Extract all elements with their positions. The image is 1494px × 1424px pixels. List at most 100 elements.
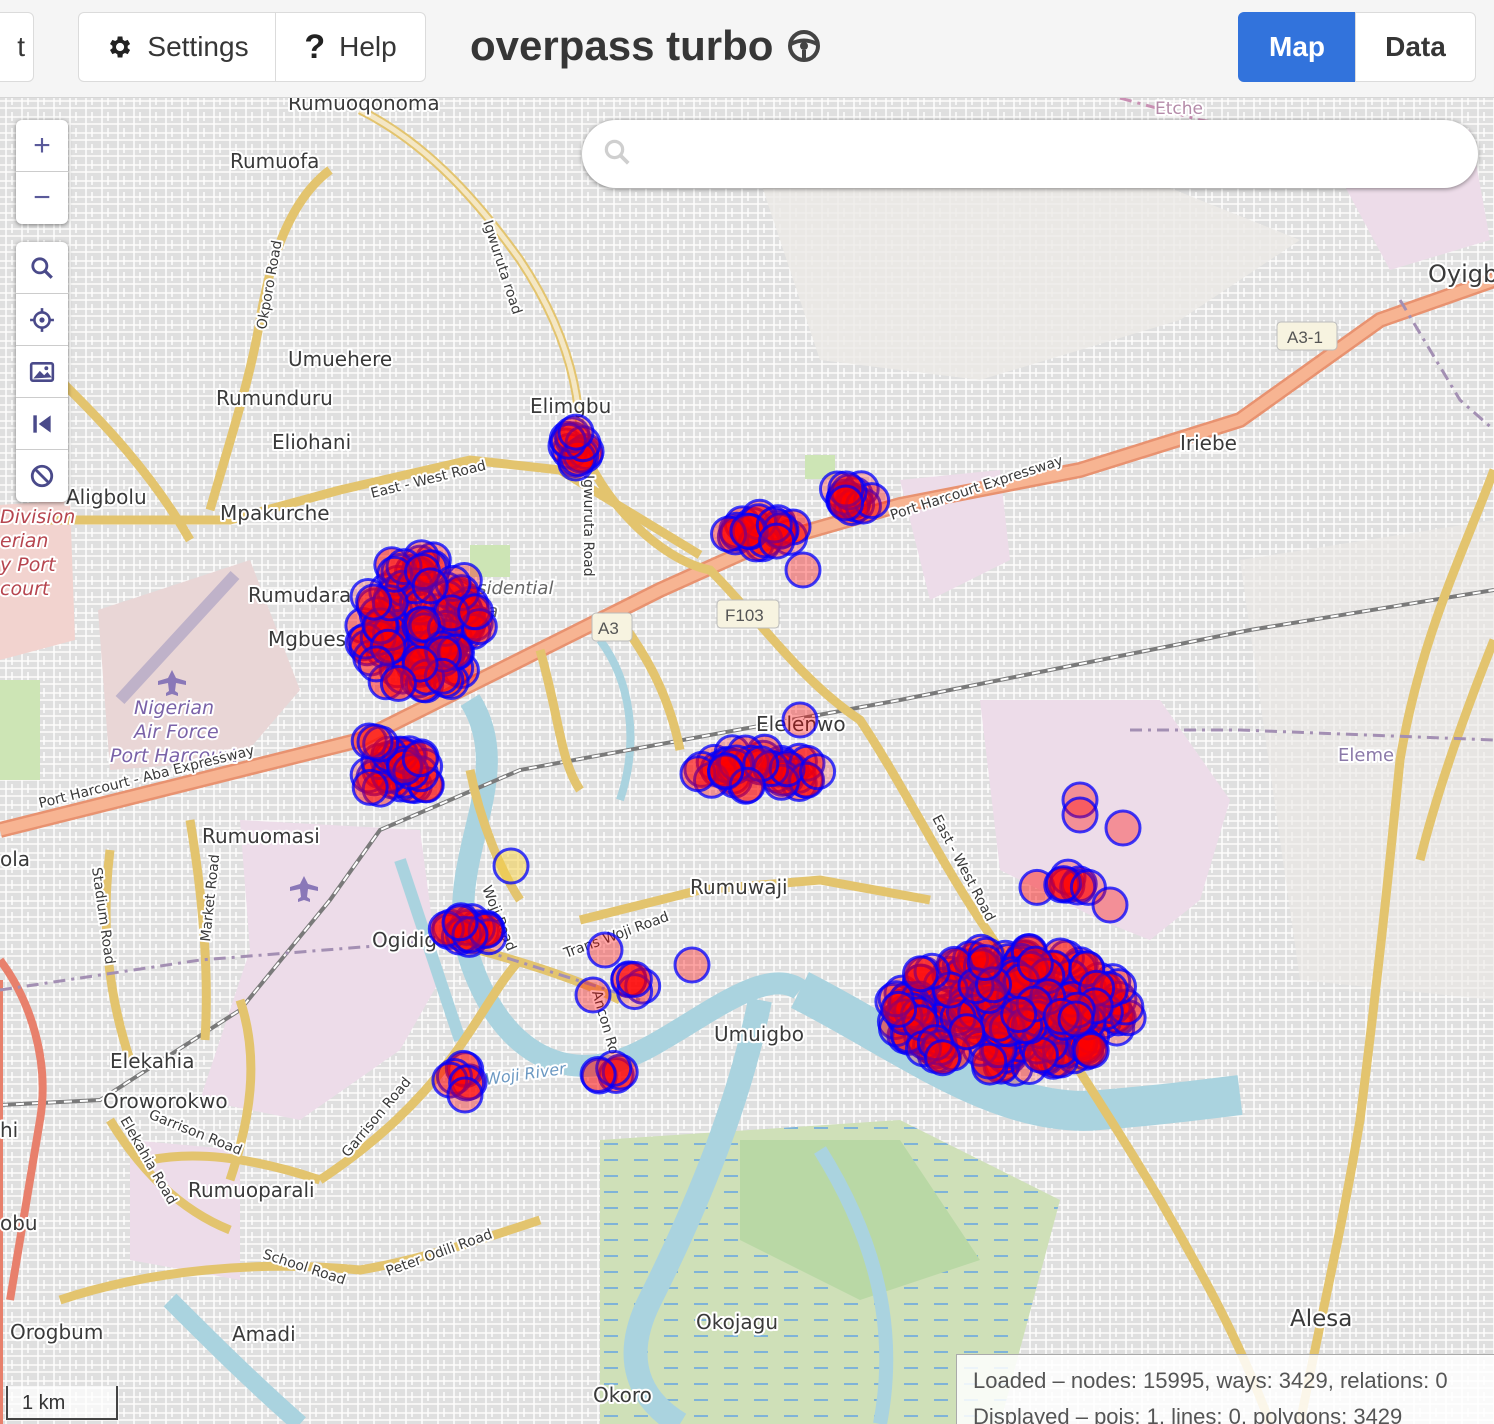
export-button-partial[interactable]: t [0, 12, 34, 82]
steering-wheel-icon [787, 29, 821, 63]
svg-text:obu: obu [0, 1211, 38, 1235]
result-marker[interactable] [1061, 796, 1099, 834]
result-marker[interactable] [586, 931, 624, 969]
result-marker[interactable] [557, 413, 595, 451]
svg-text:erian: erian [0, 530, 48, 552]
zoom-out-button[interactable]: − [16, 172, 68, 224]
no-entry-icon[interactable] [16, 450, 68, 502]
svg-text:Etche: Etche [1155, 99, 1203, 119]
result-marker[interactable] [970, 1042, 1008, 1080]
result-marker[interactable] [1072, 1032, 1110, 1070]
svg-text:A3-1: A3-1 [1287, 328, 1323, 347]
svg-text:Umuehere: Umuehere [288, 347, 392, 371]
tab-map[interactable]: Map [1238, 12, 1356, 82]
svg-text:Alesa: Alesa [1290, 1306, 1352, 1332]
toolbar: t Settings ? Help overpass turbo Map Dat… [0, 0, 1494, 98]
zoom-in-button[interactable]: + [16, 120, 68, 172]
map-search-box[interactable] [582, 120, 1478, 188]
result-marker[interactable] [1000, 996, 1038, 1033]
result-marker[interactable] [966, 944, 1004, 982]
question-icon: ? [304, 27, 326, 66]
result-marker[interactable] [1091, 886, 1129, 924]
result-marker[interactable] [441, 904, 479, 942]
data-stats-panel: Loaded – nodes: 15995, ways: 3429, relat… [956, 1354, 1494, 1424]
road-shield-a3-1: A3-1 [1276, 321, 1338, 351]
result-marker[interactable] [401, 740, 439, 778]
result-marker[interactable] [492, 847, 530, 885]
result-marker[interactable] [356, 723, 394, 761]
result-marker[interactable] [707, 752, 745, 790]
svg-text:hi: hi [0, 1118, 18, 1142]
result-marker[interactable] [457, 593, 495, 631]
svg-text:Rumuomasi: Rumuomasi [202, 824, 320, 848]
svg-text:Mpakurche: Mpakurche [220, 501, 330, 525]
svg-text:Rumuofa: Rumuofa [230, 149, 319, 173]
result-marker[interactable] [781, 701, 819, 739]
result-marker[interactable] [579, 1056, 617, 1093]
svg-text:Oyigb: Oyigb [1428, 260, 1494, 288]
svg-text:Rumunduru: Rumunduru [216, 386, 333, 410]
search-icon[interactable] [16, 242, 68, 294]
result-marker[interactable] [827, 484, 865, 522]
result-marker[interactable] [379, 665, 417, 702]
search-input[interactable] [642, 140, 1446, 168]
settings-button[interactable]: Settings [78, 12, 276, 82]
tab-data-label: Data [1385, 31, 1446, 62]
crosshair-icon[interactable] [16, 294, 68, 346]
zoom-control: + − [16, 120, 68, 224]
result-marker[interactable] [351, 768, 389, 806]
result-marker[interactable] [924, 1039, 962, 1077]
svg-text:Mgbues: Mgbues [268, 627, 346, 651]
svg-text:Rumuoparali: Rumuoparali [188, 1178, 315, 1202]
svg-text:Rumudara: Rumudara [248, 583, 351, 607]
export-button-label: t [17, 31, 25, 62]
result-marker[interactable] [784, 551, 822, 589]
result-marker[interactable] [1057, 1000, 1095, 1038]
map-tiles[interactable]: A3-1 A3 F103 Rumuoqonoma Rumuofa Umueher… [0, 98, 1494, 1424]
svg-text:Division: Division [0, 506, 75, 528]
svg-text:F103: F103 [725, 606, 764, 625]
result-marker[interactable] [673, 946, 711, 984]
result-marker[interactable] [446, 1076, 484, 1114]
settings-label: Settings [147, 31, 249, 62]
result-marker[interactable] [403, 605, 441, 643]
svg-text:Okojagu: Okojagu [696, 1310, 778, 1334]
result-marker[interactable] [880, 990, 918, 1028]
scale-bar: 1 km [6, 1386, 118, 1420]
svg-text:Iriebe: Iriebe [1180, 431, 1237, 455]
svg-text:Elekahia: Elekahia [110, 1049, 194, 1073]
road-shield-a3: A3 [591, 612, 633, 642]
result-marker[interactable] [902, 955, 939, 993]
svg-text:Air Force: Air Force [132, 721, 219, 743]
svg-text:Igwuruta Road: Igwuruta Road [580, 475, 596, 577]
svg-text:Rumuwaji: Rumuwaji [690, 875, 788, 899]
svg-text:Ogidig: Ogidig [372, 928, 437, 952]
result-marker[interactable] [948, 1013, 986, 1051]
svg-text:Umuigbo: Umuigbo [714, 1022, 804, 1046]
result-marker[interactable] [799, 753, 837, 791]
svg-text:Oroworokwo: Oroworokwo [103, 1089, 228, 1113]
skip-back-icon[interactable] [16, 398, 68, 450]
result-marker[interactable] [411, 567, 449, 605]
gear-icon [105, 33, 133, 61]
map-tool-control [16, 242, 68, 502]
help-label: Help [339, 31, 397, 62]
result-marker[interactable] [615, 960, 653, 998]
loaded-stats: Loaded – nodes: 15995, ways: 3429, relat… [973, 1368, 1448, 1393]
result-marker[interactable] [574, 976, 612, 1014]
result-marker[interactable] [1016, 945, 1054, 983]
svg-text:Orogbum: Orogbum [10, 1320, 103, 1344]
svg-text:y Port: y Port [0, 554, 57, 576]
map-view[interactable]: A3-1 A3 F103 Rumuoqonoma Rumuofa Umueher… [0, 98, 1494, 1424]
image-icon[interactable] [16, 346, 68, 398]
scale-label: 1 km [22, 1392, 66, 1414]
displayed-stats: Displayed – pois: 1, lines: 0, polygons:… [973, 1404, 1403, 1424]
help-button[interactable]: ? Help [275, 12, 426, 82]
svg-text:Nigerian: Nigerian [134, 697, 214, 719]
road-shield-f103: F103 [716, 599, 780, 629]
result-marker[interactable] [1104, 809, 1142, 847]
app-title: overpass turbo [470, 22, 821, 70]
svg-text:ola: ola [0, 847, 30, 871]
tab-data[interactable]: Data [1355, 12, 1476, 82]
result-marker[interactable] [758, 522, 796, 560]
